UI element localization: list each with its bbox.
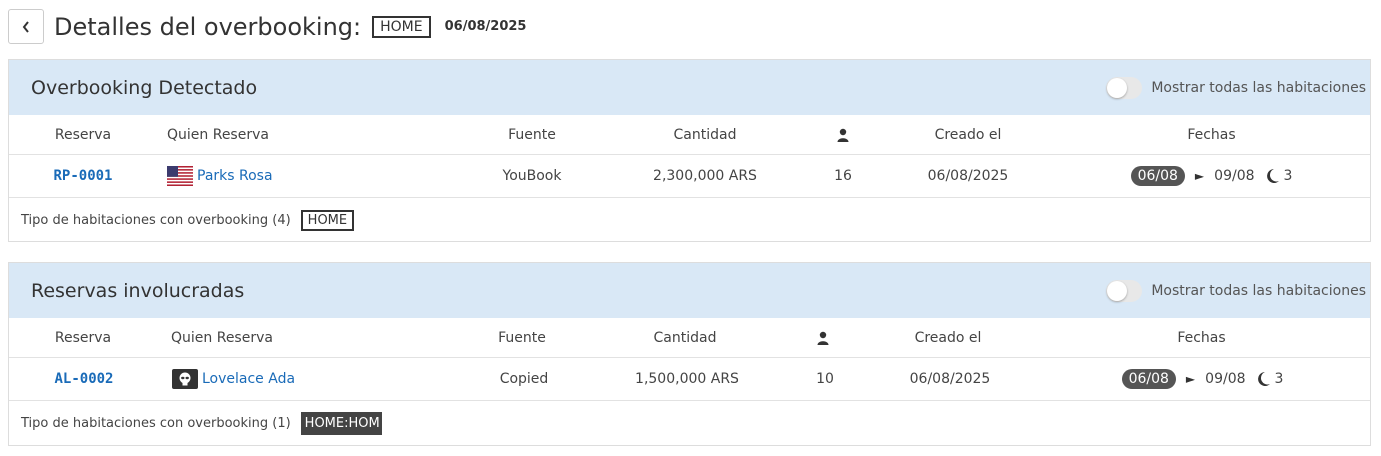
table-row: RP-0001 Parks Rosa YouBook 2,300,000 ARS… bbox=[9, 155, 1370, 198]
page-header: Detalles del overbooking: HOME 06/08/202… bbox=[8, 9, 526, 44]
col-creado: Creado el bbox=[934, 126, 1002, 143]
panel-header: Reservas involucradas Mostrar todas las … bbox=[9, 263, 1370, 318]
panel-header: Overbooking Detectado Mostrar todas las … bbox=[9, 60, 1370, 115]
arrow-right-icon: ► bbox=[1185, 372, 1196, 386]
guest-name-link[interactable]: Parks Rosa bbox=[197, 168, 273, 184]
page-title: Detalles del overbooking: bbox=[54, 12, 362, 41]
person-icon bbox=[817, 331, 829, 345]
toggle-label: Mostrar todas las habitaciones bbox=[1151, 79, 1366, 96]
involved-reservations-panel: Reservas involucradas Mostrar todas las … bbox=[8, 262, 1371, 446]
reservation-cell: RP-0001 bbox=[9, 168, 157, 184]
col-personas bbox=[803, 128, 883, 142]
dates-cell: 06/08 ► 09/08 3 bbox=[1035, 369, 1370, 389]
toggle-knob bbox=[1107, 280, 1128, 301]
arrow-right-icon: ► bbox=[1194, 169, 1205, 183]
col-cantidad: Cantidad bbox=[653, 329, 717, 346]
chevron-left-icon bbox=[22, 20, 29, 33]
show-all-rooms-toggle-group: Mostrar todas las habitaciones bbox=[1106, 76, 1366, 99]
col-personas bbox=[783, 331, 863, 345]
reservation-link[interactable]: AL-0002 bbox=[54, 371, 113, 387]
overbooked-room-types: Tipo de habitaciones con overbooking (1)… bbox=[9, 401, 1370, 445]
show-all-rooms-toggle-group: Mostrar todas las habitaciones bbox=[1106, 279, 1366, 302]
source-cell: YouBook bbox=[502, 168, 562, 184]
nights-count: 3 bbox=[1274, 371, 1284, 387]
col-quien: Quien Reserva bbox=[157, 330, 457, 346]
amount-cell: 1,500,000 ARS bbox=[635, 371, 739, 387]
created-cell: 06/08/2025 bbox=[927, 168, 1009, 184]
guest-name-link[interactable]: Lovelace Ada bbox=[202, 371, 295, 387]
col-fuente: Fuente bbox=[498, 329, 546, 346]
table-row: AL-0002 Lovelace Ada Copied 1,500,000 AR… bbox=[9, 358, 1370, 401]
amount-cell: 2,300,000 ARS bbox=[653, 168, 757, 184]
reservations-table: Reserva Quien Reserva Fuente Cantidad Cr… bbox=[9, 115, 1370, 198]
us-flag-icon bbox=[167, 166, 193, 186]
col-quien-label: Quien Reserva bbox=[167, 126, 269, 143]
overbooking-detected-panel: Overbooking Detectado Mostrar todas las … bbox=[8, 59, 1371, 242]
reservation-cell: AL-0002 bbox=[9, 371, 159, 387]
guests-count-cell: 10 bbox=[816, 371, 834, 387]
overbooked-room-types-label: Tipo de habitaciones con overbooking (1) bbox=[21, 415, 291, 431]
room-type-tag: HOME bbox=[300, 209, 355, 231]
header-date: 06/08/2025 bbox=[444, 19, 527, 34]
guest-cell: Lovelace Ada bbox=[159, 369, 459, 389]
col-fechas: Fechas bbox=[1177, 329, 1226, 346]
person-icon bbox=[837, 128, 849, 142]
show-all-rooms-toggle[interactable] bbox=[1106, 279, 1143, 302]
table-header-row: Reserva Quien Reserva Fuente Cantidad Cr… bbox=[9, 115, 1370, 155]
checkout-date: 09/08 bbox=[1214, 168, 1255, 184]
reservation-link[interactable]: RP-0001 bbox=[53, 168, 112, 184]
checkin-date-pill: 06/08 bbox=[1121, 369, 1176, 389]
guest-cell: Parks Rosa bbox=[157, 166, 457, 186]
panel-title: Reservas involucradas bbox=[31, 279, 245, 302]
overbooked-room-types: Tipo de habitaciones con overbooking (4)… bbox=[9, 198, 1370, 242]
moon-icon bbox=[1265, 168, 1280, 184]
col-quien-label: Quien Reserva bbox=[171, 329, 273, 346]
toggle-label: Mostrar todas las habitaciones bbox=[1151, 282, 1366, 299]
col-fuente: Fuente bbox=[508, 126, 556, 143]
col-quien: Quien Reserva bbox=[157, 127, 457, 143]
nights-count: 3 bbox=[1283, 168, 1293, 184]
col-cantidad: Cantidad bbox=[673, 126, 737, 143]
col-fechas: Fechas bbox=[1187, 126, 1236, 143]
toggle-knob bbox=[1107, 77, 1128, 98]
col-creado: Creado el bbox=[914, 329, 982, 346]
alien-avatar-icon bbox=[172, 369, 198, 389]
dates-cell: 06/08 ► 09/08 3 bbox=[1053, 166, 1370, 186]
show-all-rooms-toggle[interactable] bbox=[1106, 76, 1143, 99]
source-cell: Copied bbox=[499, 371, 549, 387]
checkout-date: 09/08 bbox=[1205, 371, 1246, 387]
panel-title: Overbooking Detectado bbox=[31, 76, 258, 99]
col-reserva: Reserva bbox=[54, 329, 112, 346]
moon-icon bbox=[1256, 371, 1271, 387]
reservations-table: Reserva Quien Reserva Fuente Cantidad Cr… bbox=[9, 318, 1370, 401]
back-button[interactable] bbox=[8, 9, 44, 44]
created-cell: 06/08/2025 bbox=[909, 371, 991, 387]
overbooked-room-types-label: Tipo de habitaciones con overbooking (4) bbox=[21, 212, 291, 228]
guests-count-cell: 16 bbox=[834, 168, 852, 184]
table-header-row: Reserva Quien Reserva Fuente Cantidad Cr… bbox=[9, 318, 1370, 358]
room-code-tag: HOME bbox=[372, 15, 431, 38]
col-reserva: Reserva bbox=[54, 126, 112, 143]
checkin-date-pill: 06/08 bbox=[1130, 166, 1185, 186]
room-type-tag: HOME:HOME bbox=[300, 411, 382, 435]
